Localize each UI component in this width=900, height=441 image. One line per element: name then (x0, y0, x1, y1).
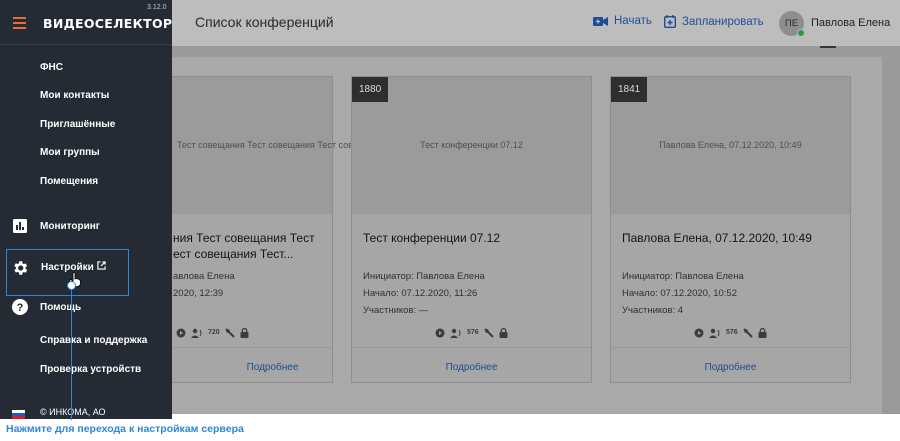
satellite-icon (483, 327, 494, 338)
card-initiator: Инициатор: Павлова Елена (363, 271, 485, 282)
gear-icon (11, 259, 29, 282)
sidebar-item-monitoring[interactable]: Мониторинг (40, 221, 100, 232)
start-label: Начать (614, 15, 652, 27)
calendar-plus-icon (664, 15, 676, 28)
svg-text:?: ? (17, 302, 24, 314)
card-start-time: Начало: 07.12.2020, 11:26 (363, 288, 478, 299)
play-icon (435, 327, 445, 338)
avatar-initials: ПЕ (784, 18, 799, 29)
card-divider (611, 347, 850, 348)
card-initiator: авлова Елена (173, 271, 235, 282)
card-title: Павлова Елена, 07.12.2020, 10:49 (622, 231, 812, 245)
bar-chart-icon (11, 217, 29, 235)
sidebar-item-fns[interactable]: ФНС (40, 62, 63, 73)
voice-icon (450, 327, 462, 338)
card-id-badge: 1880 (352, 77, 389, 102)
card-title: ния Тест совещания Тест ест совещания Те… (173, 231, 315, 261)
language-flag-icon[interactable] (12, 410, 25, 419)
voice-icon (709, 327, 721, 338)
callout-text: Нажмите для перехода к настройкам сервер… (6, 423, 244, 435)
video-camera-icon (593, 16, 608, 27)
sidebar-item-contacts[interactable]: Мои контакты (40, 90, 109, 101)
conference-card[interactable]: Тест конференции 07.12 1880 Тест конфере… (351, 76, 592, 383)
sidebar-item-groups[interactable]: Мои группы (40, 147, 100, 158)
app-version: 3.12.0 (147, 4, 167, 11)
sidebar-item-settings-label: Настройки (41, 261, 94, 273)
card-feature-icons: 576 (694, 327, 767, 338)
card-id-badge: 1841 (611, 77, 648, 102)
lock-icon (499, 327, 508, 338)
play-icon (694, 327, 704, 338)
app-logo: ВИДЕОСЕЛЕКТОР (43, 16, 173, 31)
online-status-dot (797, 29, 805, 37)
sidebar-item-help[interactable]: Помощь (40, 302, 81, 313)
schedule-label: Запланировать (682, 15, 764, 28)
schedule-button[interactable]: Запланировать (664, 15, 764, 28)
sidebar-item-invited[interactable]: Приглашённые (40, 119, 115, 130)
sidebar-item-support[interactable]: Справка и поддержка (40, 335, 147, 346)
lock-icon (240, 327, 249, 338)
card-start-time: 2020, 12:39 (173, 288, 224, 299)
card-divider (352, 347, 591, 348)
voice-icon (191, 327, 203, 338)
avatar[interactable]: ПЕ (779, 11, 805, 37)
sidebar: ВИДЕОСЕЛЕКТОР 3.12.0 ФНС Мои контакты Пр… (0, 0, 172, 419)
card-start-time: Начало: 07.12.2020, 10:52 (622, 288, 737, 299)
app-root: Список конференций Начать Запланировать … (0, 0, 900, 441)
sidebar-divider (0, 44, 172, 45)
satellite-icon (224, 327, 235, 338)
resolution-badge: 720 (208, 329, 220, 336)
card-thumbnail-text: Павлова Елена, 07.12.2020, 10:49 (659, 140, 802, 150)
card-feature-icons: 576 (435, 327, 508, 338)
card-participants: Участников: — (363, 305, 429, 316)
callout-dot (67, 281, 76, 290)
resolution-badge: 576 (726, 329, 738, 336)
sidebar-item-settings[interactable]: Настройки (6, 249, 129, 296)
card-initiator: Инициатор: Павлова Елена (622, 271, 744, 282)
start-button[interactable]: Начать (593, 15, 652, 27)
card-feature-icons: 720 (176, 327, 249, 338)
card-thumbnail-text: Тест конференции 07.12 (420, 140, 523, 150)
callout-line (71, 285, 72, 420)
resolution-badge: 576 (467, 329, 479, 336)
conference-card[interactable]: Павлова Елена, 07.12.2020, 10:49 1841 Па… (610, 76, 851, 383)
active-tab-indicator (820, 46, 836, 48)
external-link-icon (97, 261, 106, 273)
user-name[interactable]: Павлова Елена (811, 17, 890, 29)
card-details-link[interactable]: Подробнее (352, 362, 591, 373)
play-icon (176, 327, 186, 338)
card-participants: Участников: 4 (622, 305, 684, 316)
help-icon: ? (11, 298, 29, 316)
menu-icon[interactable] (13, 17, 26, 32)
card-details-link[interactable]: Подробнее (611, 362, 850, 373)
page-title: Список конференций (195, 14, 334, 30)
copyright-text: © ИНКОМА, АО (40, 407, 106, 417)
card-title: Тест конференции 07.12 (363, 231, 501, 245)
sidebar-item-rooms[interactable]: Помещения (40, 176, 98, 187)
sidebar-item-device-check[interactable]: Проверка устройств (40, 364, 141, 375)
satellite-icon (742, 327, 753, 338)
lock-icon (758, 327, 767, 338)
